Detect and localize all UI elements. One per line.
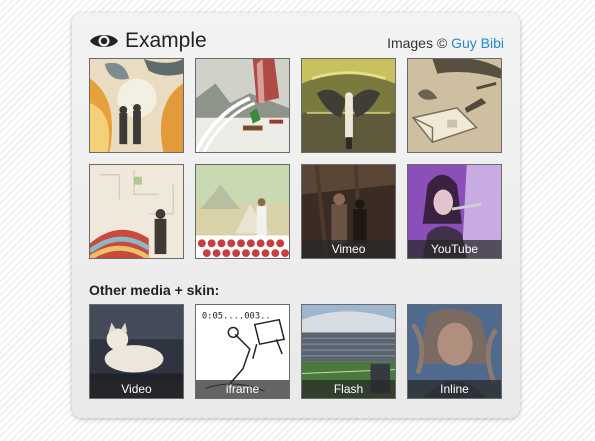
thumb-caption: Vimeo [302, 240, 395, 258]
gallery-thumb-6[interactable] [195, 164, 290, 259]
thumb-image [196, 59, 289, 152]
thumb-image [196, 165, 289, 258]
panel-title: Example [125, 29, 207, 52]
gallery-thumb-youtube[interactable]: YouTube [407, 164, 502, 259]
gallery-thumb-4[interactable] [407, 58, 502, 153]
thumb-caption: Flash [302, 380, 395, 398]
gallery-thumb-vimeo[interactable]: Vimeo [301, 164, 396, 259]
thumb-caption: YouTube [408, 240, 501, 258]
gallery-thumb-5[interactable] [89, 164, 184, 259]
thumb-image [408, 59, 501, 152]
gallery-thumb-1[interactable] [89, 58, 184, 153]
svg-text:0:05....003..: 0:05....003.. [202, 312, 271, 322]
credit-prefix: Images © [387, 35, 448, 51]
media-thumb-inline[interactable]: Inline [407, 304, 502, 399]
image-credit: Images © Guy Bibi [387, 35, 504, 51]
thumb-caption: Video [90, 380, 183, 398]
thumb-image [302, 59, 395, 152]
thumb-image [90, 165, 183, 258]
credit-author-link[interactable]: Guy Bibi [451, 35, 504, 51]
media-thumb-video[interactable]: Video [89, 304, 184, 399]
gallery-thumb-2[interactable] [195, 58, 290, 153]
gallery-panel: Example Images © Guy Bibi Vimeo YouTube … [72, 13, 520, 418]
eye-icon [90, 35, 118, 47]
media-section-heading: Other media + skin: [89, 282, 220, 298]
thumb-caption: iframe [196, 380, 289, 398]
thumb-caption: Inline [408, 380, 501, 398]
thumb-image [90, 59, 183, 152]
media-thumb-iframe[interactable]: 0:05....003.. iframe [195, 304, 290, 399]
panel-header: Example [89, 27, 207, 55]
gallery-thumb-3[interactable] [301, 58, 396, 153]
media-thumb-flash[interactable]: Flash [301, 304, 396, 399]
